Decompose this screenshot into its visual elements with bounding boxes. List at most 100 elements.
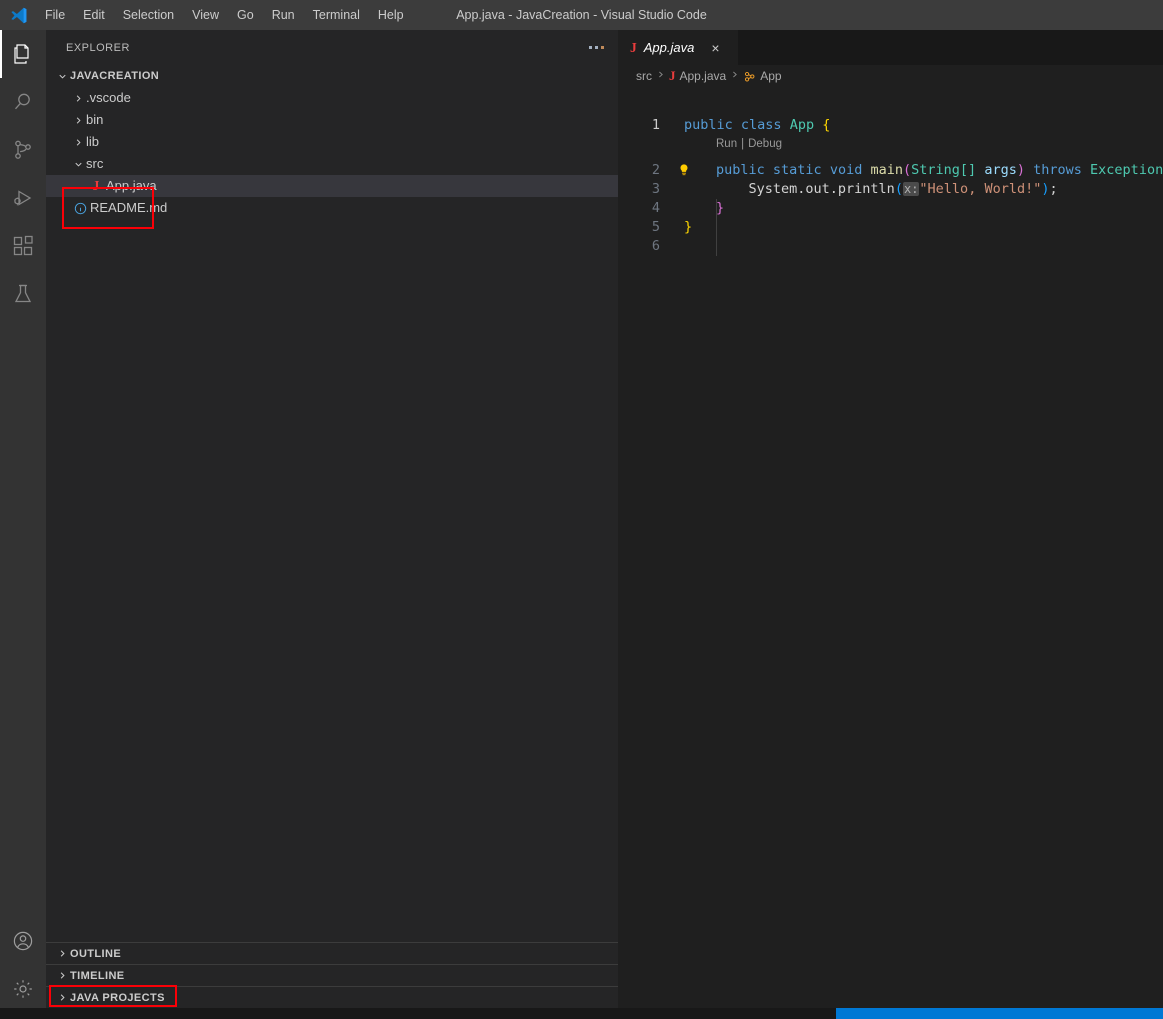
panel-header-outline[interactable]: OUTLINE <box>46 942 618 964</box>
menu-item-run[interactable]: Run <box>263 3 304 27</box>
class-symbol-icon <box>743 70 756 83</box>
code-token-keyword: class <box>740 116 782 133</box>
inlay-hint-parameter-name: x: <box>902 181 920 196</box>
tree-row-vscode[interactable]: .vscode <box>46 87 618 109</box>
tree-row-readme-md[interactable]: README.md <box>46 197 618 219</box>
breadcrumb-item-src[interactable]: src <box>636 69 652 83</box>
tree-row-app-java[interactable]: J App.java <box>46 175 618 197</box>
java-file-icon: J <box>669 68 676 83</box>
panel-header-label: JAVA PROJECTS <box>70 991 165 1004</box>
code-token-type: Exception <box>1090 161 1163 178</box>
menu-item-go[interactable]: Go <box>228 3 263 27</box>
status-bar[interactable] <box>0 1008 1163 1019</box>
activity-bar-item-source-control[interactable] <box>0 126 46 174</box>
codelens-divider: | <box>741 137 745 150</box>
code-token-keyword: public <box>716 161 765 178</box>
line-number: 2 <box>651 161 660 178</box>
extensions-icon <box>11 234 35 258</box>
code-token-paren: ( <box>894 180 903 197</box>
code-token-brace: } <box>716 199 725 216</box>
code-editor[interactable]: 1 public class App { Run | Debug 2 public … <box>618 87 1163 1008</box>
code-token-type: String[] <box>911 161 977 178</box>
line-number: 4 <box>651 199 660 216</box>
tree-row-label: README.md <box>90 200 168 215</box>
account-circle-icon <box>11 929 35 953</box>
breadcrumb-item-class-app[interactable]: App <box>743 69 782 83</box>
tree-row-src[interactable]: src <box>46 153 618 175</box>
tree-row-label: bin <box>86 112 104 127</box>
code-token-keyword: void <box>829 161 863 178</box>
sidebar-title: EXPLORER <box>66 41 130 54</box>
chevron-down-icon <box>54 65 70 87</box>
testing-beaker-icon <box>11 282 35 306</box>
breadcrumb-separator-icon <box>656 70 665 82</box>
tree-row-label: .vscode <box>86 90 131 105</box>
code-token-brace: } <box>684 218 693 235</box>
sidebar-header: EXPLORER <box>46 30 618 65</box>
activity-bar-item-run-and-debug[interactable] <box>0 174 46 222</box>
editor-group: J App.java × src J App.java App 1 public… <box>618 30 1163 1008</box>
chevron-down-icon <box>70 153 86 175</box>
line-number: 1 <box>651 116 660 133</box>
breadcrumb: src J App.java App <box>618 65 1163 87</box>
panel-header-timeline[interactable]: TIMELINE <box>46 964 618 986</box>
markdown-info-icon <box>70 202 90 215</box>
code-token-paren: ( <box>903 161 912 178</box>
tree-row-label: JAVACREATION <box>70 70 160 82</box>
menu-item-edit[interactable]: Edit <box>74 3 114 27</box>
search-icon <box>11 90 35 114</box>
chevron-right-icon <box>54 965 70 987</box>
chevron-right-icon <box>54 987 70 1009</box>
lightbulb-icon[interactable] <box>675 160 693 179</box>
menu-item-view[interactable]: View <box>183 3 228 27</box>
code-token-paren: ) <box>1016 161 1025 178</box>
tree-row-label: App.java <box>106 178 157 193</box>
activity-bar-item-accounts[interactable] <box>0 917 46 965</box>
title-bar: File Edit Selection View Go Run Terminal… <box>0 0 1163 30</box>
panel-header-label: OUTLINE <box>70 947 122 960</box>
tree-row-lib[interactable]: lib <box>46 131 618 153</box>
breadcrumb-item-app-java[interactable]: J App.java <box>669 68 726 84</box>
activity-bar-item-extensions[interactable] <box>0 222 46 270</box>
activity-bar-item-settings[interactable] <box>0 965 46 1013</box>
code-token-paren: ) <box>1041 180 1050 197</box>
breadcrumb-label: App <box>760 69 782 83</box>
gear-icon <box>11 977 35 1001</box>
code-token-expression: System.out.println <box>748 180 895 197</box>
breadcrumb-separator-icon <box>730 70 739 82</box>
tree-row-root-javacreation[interactable]: JAVACREATION <box>46 65 618 87</box>
menu-item-file[interactable]: File <box>36 3 74 27</box>
code-token-keyword: static <box>772 161 822 178</box>
menu-item-selection[interactable]: Selection <box>114 3 183 27</box>
menu-item-terminal[interactable]: Terminal <box>304 3 369 27</box>
code-token-parameter: args <box>984 161 1017 178</box>
java-file-icon: J <box>92 178 100 193</box>
code-token-semicolon: ; <box>1049 180 1058 197</box>
files-icon <box>11 42 35 66</box>
codelens-run-debug[interactable]: Run | Debug <box>716 134 782 153</box>
java-file-icon: J <box>630 39 637 55</box>
code-token-class: App <box>789 116 815 133</box>
explorer-more-actions-icon[interactable] <box>583 43 610 52</box>
panel-header-java-projects[interactable]: JAVA PROJECTS <box>46 985 618 1009</box>
vscode-logo-icon <box>0 0 36 30</box>
tree-row-bin[interactable]: bin <box>46 109 618 131</box>
activity-bar-item-explorer[interactable] <box>0 30 46 78</box>
sidebar-bottom-panels: OUTLINE TIMELINE JAVA PROJECTS <box>46 942 618 1008</box>
chevron-right-icon <box>70 131 86 153</box>
close-icon[interactable]: × <box>711 41 719 55</box>
menu-item-help[interactable]: Help <box>369 3 413 27</box>
activity-bar-item-search[interactable] <box>0 78 46 126</box>
codelens-debug-link[interactable]: Debug <box>748 138 782 150</box>
editor-tab-label: App.java <box>643 40 695 55</box>
menu-bar: File Edit Selection View Go Run Terminal… <box>36 3 413 27</box>
code-token-keyword: public <box>684 116 733 133</box>
code-token-string: "Hello, World!" <box>919 180 1042 197</box>
status-bar-left-region <box>0 1008 836 1019</box>
file-tree: JAVACREATION .vscode bin lib src J App.j… <box>46 65 618 229</box>
activity-bar-item-testing[interactable] <box>0 270 46 318</box>
editor-tab-app-java[interactable]: J App.java × <box>618 30 738 65</box>
chevron-right-icon <box>54 943 70 965</box>
codelens-run-link[interactable]: Run <box>716 138 737 150</box>
breadcrumb-label: App.java <box>679 69 727 83</box>
